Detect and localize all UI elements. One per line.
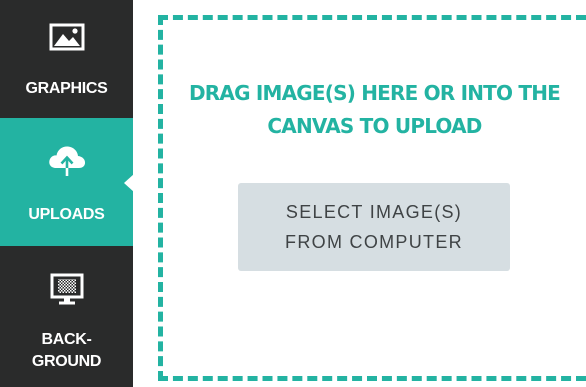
sidebar-item-graphics[interactable]: GRAPHICS [0, 0, 133, 118]
cloud-upload-icon [47, 143, 87, 182]
sidebar-item-label: UPLOADS [28, 206, 105, 223]
upload-dropzone[interactable]: DRAG IMAGE(S) HERE OR INTO THE CANVAS TO… [158, 15, 586, 381]
sidebar: GRAPHICS UPLOADS BACK- GROUND [0, 0, 134, 387]
sidebar-item-label: BACK- GROUND [31, 331, 102, 370]
monitor-icon [49, 272, 85, 311]
sidebar-item-background[interactable]: BACK- GROUND [0, 246, 133, 387]
sidebar-item-uploads[interactable]: UPLOADS [0, 118, 134, 246]
active-indicator [124, 174, 134, 192]
sidebar-item-label: GRAPHICS [25, 80, 108, 97]
image-icon [48, 22, 86, 57]
app: GRAPHICS UPLOADS BACK- GROUND DRAG IMAGE… [0, 0, 586, 387]
dropzone-heading: DRAG IMAGE(S) HERE OR INTO THE CANVAS TO… [188, 81, 561, 138]
select-images-button[interactable]: SELECT IMAGE(S) FROM COMPUTER [238, 183, 510, 271]
